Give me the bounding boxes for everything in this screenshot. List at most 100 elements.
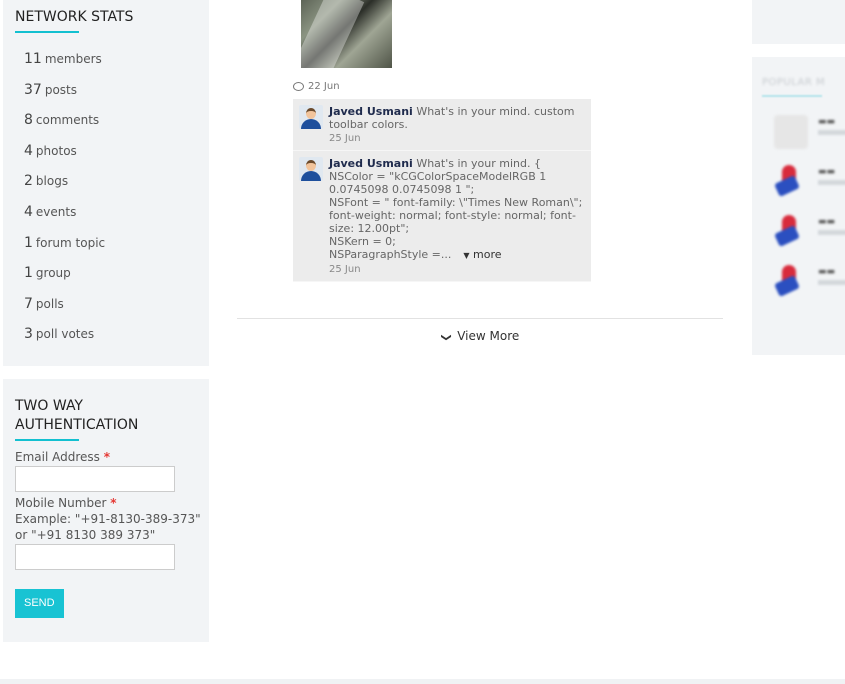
avatar-body <box>301 119 321 129</box>
view-more-label: View More <box>457 329 520 343</box>
avatar[interactable] <box>299 157 323 181</box>
mobile-label-text: Mobile Number <box>15 496 107 510</box>
stat-events[interactable]: 4 events <box>24 201 105 232</box>
popular-members-widget: POPULAR M ▬▬ ▬▬ ▬▬ ▬▬ <box>752 57 845 355</box>
network-stats-widget: NETWORK STATS 11 members 37 posts 8 comment… <box>3 0 209 366</box>
mobile-field[interactable] <box>15 544 175 570</box>
stat-members[interactable]: 11 members <box>24 48 105 79</box>
more-label: more <box>473 248 502 261</box>
email-label-text: Email Address <box>15 450 100 464</box>
stat-label: polls <box>35 296 64 311</box>
email-field[interactable] <box>15 466 175 492</box>
stat-label: poll votes <box>35 327 95 342</box>
email-label: Email Address * <box>15 449 205 465</box>
popular-member-item[interactable]: ▬▬ <box>774 265 845 301</box>
avatar[interactable] <box>299 105 323 129</box>
stat-count: 1 <box>24 265 33 282</box>
stat-blogs[interactable]: 2 blogs <box>24 170 105 201</box>
footer-band <box>0 679 845 684</box>
stat-count: 4 <box>24 142 33 159</box>
comment-author[interactable]: Javed Usmani <box>329 157 413 170</box>
stat-label: events <box>35 204 77 219</box>
comment-text-line: NSFont = " font-family: \"Times New Roma… <box>329 196 583 235</box>
stat-label: posts <box>44 82 77 97</box>
avatar-head <box>306 160 316 171</box>
comment-text-line: NSKern = 0; <box>329 235 396 248</box>
avatar-head <box>306 108 316 119</box>
popular-members-title: POPULAR M <box>762 77 826 88</box>
comment-item: Javed Usmani What's in your mind. custom… <box>293 99 591 151</box>
popular-member-item[interactable]: ▬▬ <box>774 215 845 251</box>
comment-item: Javed Usmani What's in your mind. { NSCo… <box>293 151 591 282</box>
stat-photos[interactable]: 4 photos <box>24 140 105 171</box>
avatar <box>774 165 808 199</box>
avatar <box>774 115 808 149</box>
mobile-label: Mobile Number * <box>15 495 205 511</box>
stat-label: forum topic <box>35 235 106 250</box>
title-underline <box>762 95 822 97</box>
network-stats-title: NETWORK STATS <box>15 9 134 25</box>
popular-member-item[interactable]: ▬▬ <box>774 115 845 151</box>
avatar <box>774 215 808 249</box>
post-meta: 22 Jun <box>293 81 340 92</box>
stat-poll-votes[interactable]: 3 poll votes <box>24 323 105 354</box>
title-underline <box>15 439 79 441</box>
comment-text-line: NSColor = "kCGColorSpaceModelRGB 1 0.074… <box>329 170 547 196</box>
comment-date: 25 Jun <box>329 264 361 275</box>
post-photo-thumbnail[interactable] <box>301 0 392 68</box>
member-meta-blurred <box>818 130 845 135</box>
comment-author[interactable]: Javed Usmani <box>329 105 413 118</box>
avatar <box>774 265 808 299</box>
required-mark: * <box>103 450 111 464</box>
comment-text-line: NSParagraphStyle =... <box>329 248 452 261</box>
stat-forum-topic[interactable]: 1 forum topic <box>24 232 105 263</box>
stat-group[interactable]: 1 group <box>24 262 105 293</box>
stats-list: 11 members 37 posts 8 comments 4 photos 2 blo… <box>24 48 105 354</box>
member-name-blurred: ▬▬ <box>818 217 836 227</box>
feed-divider <box>237 318 723 319</box>
comment-list: Javed Usmani What's in your mind. custom… <box>293 99 591 282</box>
stat-count: 3 <box>24 326 33 343</box>
comment-date: 25 Jun <box>329 133 361 144</box>
stat-label: photos <box>35 143 77 158</box>
member-meta-blurred <box>818 180 845 185</box>
stat-label: comments <box>35 113 100 128</box>
stat-polls[interactable]: 7 polls <box>24 293 105 324</box>
stat-label: group <box>35 266 71 281</box>
popular-member-item[interactable]: ▬▬ <box>774 165 845 201</box>
stat-count: 7 <box>24 295 33 312</box>
send-button[interactable]: SEND <box>15 589 64 618</box>
stat-count: 1 <box>24 234 33 251</box>
two-way-auth-title: TWO WAY AUTHENTICATION <box>15 398 139 433</box>
stat-posts[interactable]: 37 posts <box>24 79 105 110</box>
stat-count: 8 <box>24 112 33 129</box>
stat-count: 4 <box>24 203 33 220</box>
stat-count: 37 <box>24 81 42 98</box>
network-stats-header: NETWORK STATS <box>15 8 133 33</box>
two-way-auth-form: Email Address * Mobile Number * Example:… <box>15 449 205 618</box>
title-underline <box>15 31 79 33</box>
member-meta-blurred <box>818 230 845 235</box>
right-top-widget <box>752 0 845 44</box>
member-meta-blurred <box>818 280 845 285</box>
stat-count: 11 <box>24 51 42 67</box>
stat-comments[interactable]: 8 comments <box>24 109 105 140</box>
member-name-blurred: ▬▬ <box>818 167 836 177</box>
photo-highlight <box>301 0 365 68</box>
comment-text-line: What's in your mind. { <box>416 157 541 170</box>
comment-body: Javed Usmani What's in your mind. { NSCo… <box>329 157 585 276</box>
required-mark: * <box>110 496 117 510</box>
stat-label: members <box>44 52 102 66</box>
two-way-auth-widget: TWO WAY AUTHENTICATION Email Address * M… <box>3 379 209 642</box>
caret-down-icon: ▼ <box>463 251 470 260</box>
member-name-blurred: ▬▬ <box>818 117 836 127</box>
more-link[interactable]: ▼ more <box>463 248 501 261</box>
chevron-down-icon: ❯ <box>440 333 452 342</box>
stat-label: blogs <box>35 174 69 189</box>
member-name-blurred: ▬▬ <box>818 267 836 277</box>
stat-count: 2 <box>24 173 33 190</box>
view-more-button[interactable]: ❯ View More <box>440 329 520 343</box>
post-date: 22 Jun <box>308 81 340 92</box>
mobile-hint: Example: "+91-8130-389-373" or "+91 8130… <box>15 512 201 542</box>
comment-icon[interactable] <box>293 82 304 91</box>
